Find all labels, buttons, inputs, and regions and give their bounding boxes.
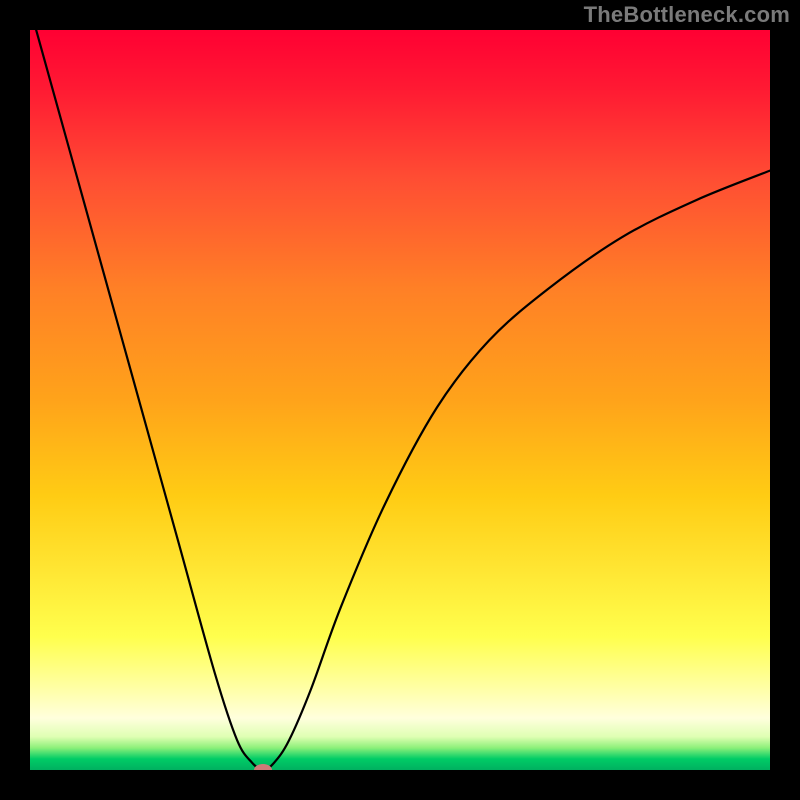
optimal-point-marker [254, 764, 272, 770]
chart-frame: TheBottleneck.com [0, 0, 800, 800]
watermark-text: TheBottleneck.com [584, 2, 790, 28]
bottleneck-curve [30, 30, 770, 770]
plot-area [30, 30, 770, 770]
